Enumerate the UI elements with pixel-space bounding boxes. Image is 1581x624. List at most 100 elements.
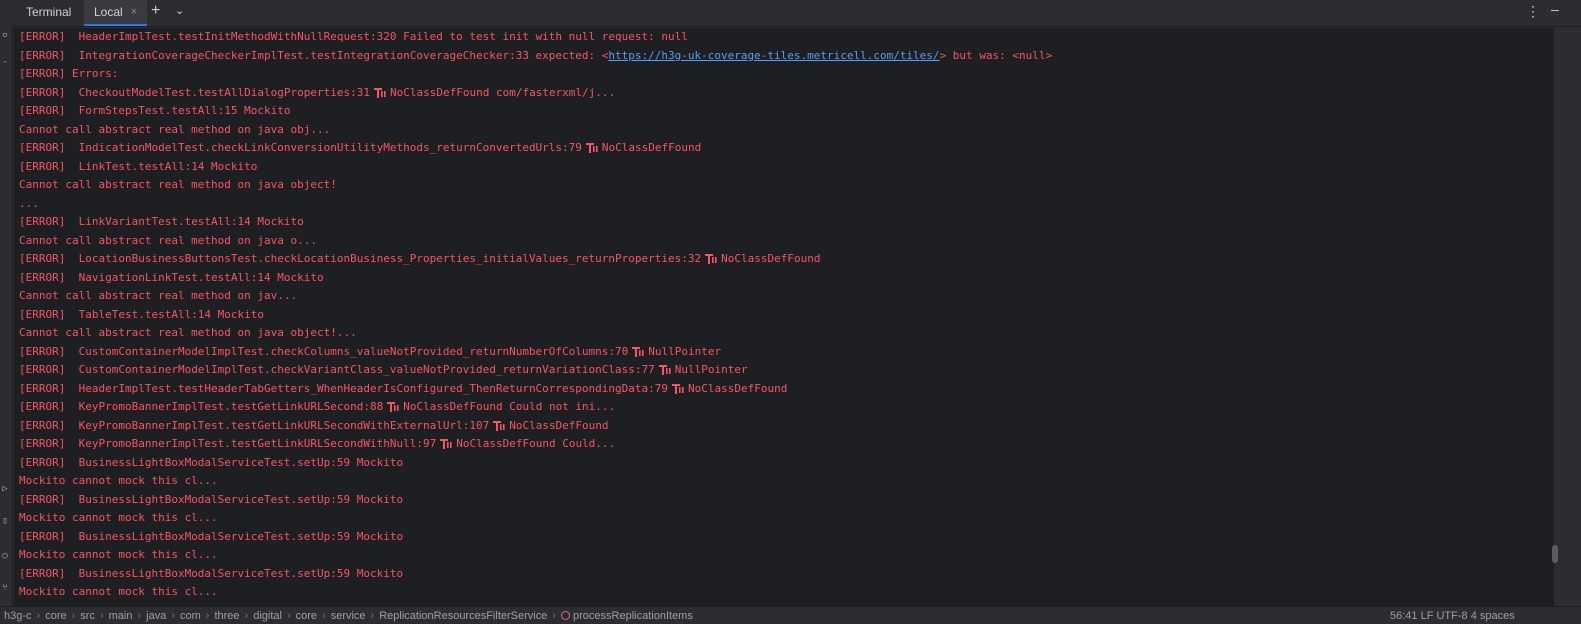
log-message: IntegrationCoverageCheckerImplTest.testI… [65,48,609,62]
method-icon [561,611,571,620]
log-level: [ERROR] [19,141,66,154]
terminal-line: [ERROR] NavigationLinkTest.testAll:14 Mo… [19,269,324,287]
error-marker-icon [440,439,452,449]
log-message: CustomContainerModelImplTest.checkVarian… [65,363,655,376]
log-level: [ERROR] [19,67,66,80]
log-message: BusinessLightBoxModalServiceTest.setUp:5… [65,492,404,506]
breadcrumb-item[interactable]: src [80,610,95,622]
breadcrumb-item[interactable]: processReplicationItems [573,610,693,622]
breadcrumb-item[interactable]: main [109,610,133,622]
terminal-line: Cannot call abstract real method on jav.… [19,287,297,305]
terminal-line: [ERROR] LinkTest.testAll:14 Mockito [19,158,257,176]
terminal-line: Mockito cannot mock this cl... [19,583,218,601]
log-message: HeaderImplTest.testHeaderTabGetters_When… [65,381,669,395]
terminal-line: Cannot call abstract real method on java… [19,324,357,342]
log-level: [ERROR] [19,400,66,413]
log-message-suffix: NullPointer [648,344,722,358]
log-message: Mockito cannot mock this cl... [19,548,218,561]
breadcrumb-separator: › [244,610,249,622]
breadcrumb-separator: › [99,610,104,622]
log-message: KeyPromoBannerImplTest.testGetLinkURLSec… [65,437,437,450]
log-level: [ERROR] [19,159,66,173]
log-level: [ERROR] [19,252,66,265]
tab-local-label: Local [94,5,123,19]
breadcrumb-item[interactable]: core [45,610,66,622]
breadcrumb-item[interactable]: com [180,610,201,622]
terminal-line: [ERROR] FormStepsTest.testAll:15 Mockito [19,102,291,120]
terminal-line: Mockito cannot mock this cl... [19,509,218,527]
error-marker-icon [672,383,684,394]
breadcrumb-item[interactable]: ReplicationResourcesFilterService [379,610,547,622]
breadcrumb-separator: › [552,610,557,622]
breadcrumb-item[interactable]: h3g-c [4,610,32,622]
log-message: KeyPromoBannerImplTest.testGetLinkURLSec… [65,400,384,413]
log-message: NavigationLinkTest.testAll:14 Mockito [65,270,324,284]
status-bar: h3g-c › core › src › main › java › com › three › digit… [0,606,1581,624]
log-message: ... [19,196,39,210]
log-message: BusinessLightBoxModalServiceTest.setUp:5… [65,455,404,469]
log-message-suffix: NoClassDefFound [688,381,788,395]
problems-icon[interactable]: ○ [0,551,10,561]
breadcrumb-item[interactable]: java [146,610,166,622]
log-message: BusinessLightBoxModalServiceTest.setUp:5… [65,566,404,580]
terminal-line: Mockito cannot mock this cl... [19,472,218,490]
tool-window-title: Terminal [26,5,72,19]
log-message: IndicationModelTest.checkLinkConversionU… [65,141,582,154]
terminal-line: [ERROR] CustomContainerModelImplTest.che… [19,343,721,361]
error-marker-icon [585,143,598,153]
breadcrumb-item[interactable]: core [296,610,317,622]
log-message: CustomContainerModelImplTest.checkColumn… [65,344,629,358]
bookmark-icon[interactable]: · [0,58,10,68]
log-message: LinkTest.testAll:14 Mockito [65,159,258,173]
log-level: [ERROR] [19,437,66,450]
terminal-line: [ERROR] KeyPromoBannerImplTest.testGetLi… [19,417,609,435]
tab-local[interactable]: Local × [84,0,148,26]
log-level: [ERROR] [19,215,66,228]
add-tab-icon[interactable]: + [151,2,160,20]
terminal-line: [ERROR] LocationBusinessButtonsTest.chec… [19,250,820,268]
minimize-icon[interactable]: – [1551,1,1559,17]
terminal-line: Cannot call abstract real method on java… [19,176,337,194]
run-icon[interactable]: ▷ [0,484,10,494]
terminal-line: [ERROR] BusinessLightBoxModalServiceTest… [19,454,403,472]
error-marker-icon [705,254,717,264]
vertical-scrollbar[interactable] [1552,545,1558,563]
log-message-suffix: NullPointer [674,363,748,376]
breadcrumb-item[interactable]: three [214,610,239,622]
log-message: TableTest.testAll:14 Mockito [65,307,265,321]
terminal-line: Mockito cannot mock this cl... [19,546,218,564]
terminal-line: [ERROR] IntegrationCoverageCheckerImplTe… [19,47,1052,65]
url-link[interactable]: https://h3g-uk-coverage-tiles.metricell.… [608,49,939,62]
chevron-down-icon[interactable]: ⌄ [175,4,184,17]
log-message: Mockito cannot mock this cl... [19,474,218,487]
terminal-output[interactable]: [ERROR] HeaderImplTest.testInitMethodWit… [14,28,1554,606]
log-message: KeyPromoBannerImplTest.testGetLinkURLSec… [65,418,490,432]
terminal-line: [ERROR] Errors: [19,65,118,83]
log-message-suffix: NoClassDefFound com/fasterxml/j... [390,85,616,99]
log-level: [ERROR] [19,307,66,321]
git-icon[interactable]: ⑂ [0,583,10,593]
terminal-line: [ERROR] BusinessLightBoxModalServiceTest… [19,565,403,583]
terminal-line: [ERROR] CustomContainerModelImplTest.che… [19,361,748,379]
log-level: [ERROR] [19,104,66,117]
structure-icon[interactable]: ▫ [0,30,10,40]
terminal-line: Cannot call abstract real method on java… [19,121,330,139]
log-message: Cannot call abstract real method on jav.… [19,289,298,302]
breadcrumb-item[interactable]: service [331,610,366,622]
breadcrumb-separator: › [370,610,375,622]
log-message-suffix: NoClassDefFound [509,418,609,432]
terminal-line: [ERROR] KeyPromoBannerImplTest.testGetLi… [19,398,615,416]
more-options-icon[interactable]: ⋮ [1526,3,1540,20]
log-level: [ERROR] [19,48,66,62]
log-message: Cannot call abstract real method on java… [19,178,337,191]
terminal-icon[interactable]: ▯ [0,516,10,526]
status-info[interactable]: 56:41 LF UTF-8 4 spaces [1390,610,1515,622]
breadcrumb-separator: › [286,610,291,622]
close-icon[interactable]: × [131,6,137,18]
log-message: Cannot call abstract real method on java… [19,326,357,339]
error-marker-icon [632,346,644,357]
log-message: Errors: [65,67,119,80]
breadcrumb-item[interactable]: digital [253,610,282,622]
log-message-suffix: NoClassDefFound Could... [456,437,616,450]
error-marker-icon [387,402,399,412]
